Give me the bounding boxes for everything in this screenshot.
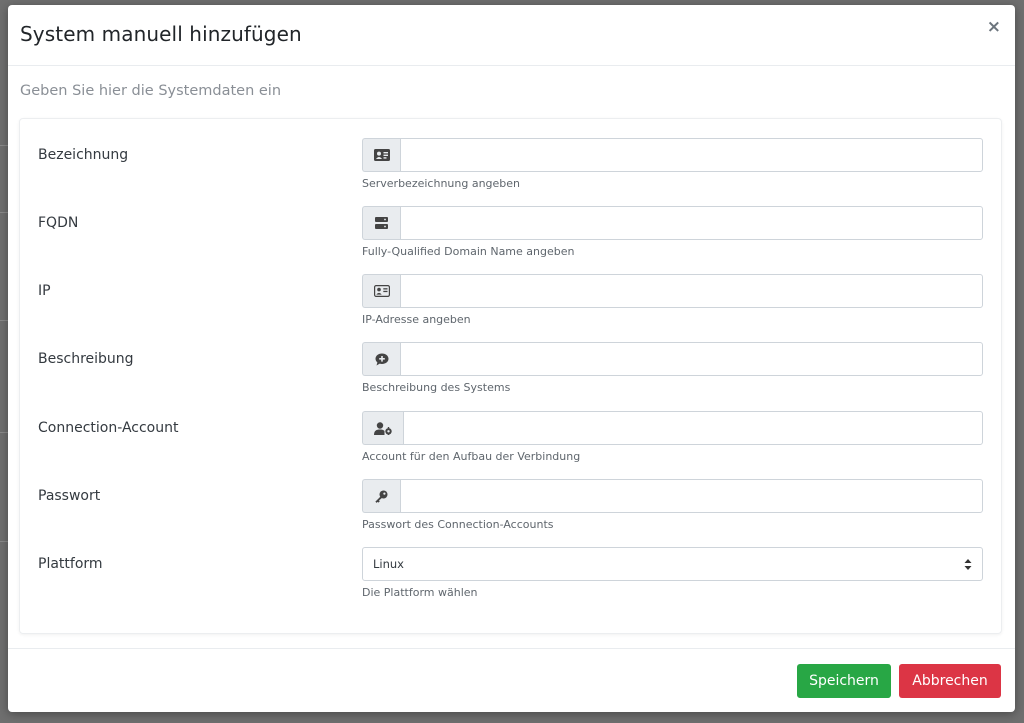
background-divider xyxy=(0,432,8,433)
plattform-select[interactable]: Linux xyxy=(362,547,983,581)
bezeichnung-input[interactable] xyxy=(400,138,983,172)
form-row-fqdn: FQDN Fully-Qualified Domain Name angeben xyxy=(20,187,1001,258)
modal-footer: Speichern Abbrechen xyxy=(8,648,1015,712)
close-button[interactable]: × xyxy=(987,19,1001,36)
modal-subtitle: Geben Sie hier die Systemdaten ein xyxy=(20,83,282,99)
beschreibung-input[interactable] xyxy=(400,342,983,376)
id-card-icon xyxy=(362,138,400,172)
cancel-button[interactable]: Abbrechen xyxy=(899,664,1001,698)
field-label-bezeichnung: Bezeichnung xyxy=(38,147,129,163)
key-icon xyxy=(362,479,400,513)
select-caret-icon xyxy=(964,558,972,570)
form-row-passwort: Passwort Passwort des Connection-Account… xyxy=(20,460,1001,531)
comment-plus-icon xyxy=(362,342,400,376)
form-row-connection-account: Connection-Account Account für den Aufba… xyxy=(20,392,1001,463)
field-label-passwort: Passwort xyxy=(38,488,101,504)
server-icon xyxy=(362,206,400,240)
modal-title: System manuell hinzufügen xyxy=(20,22,302,46)
field-label-beschreibung: Beschreibung xyxy=(38,351,134,367)
id-card-icon xyxy=(362,274,400,308)
form-row-ip: IP IP-Adresse angeben xyxy=(20,255,1001,326)
input-group-passwort xyxy=(362,479,983,513)
plattform-selected-value: Linux xyxy=(373,557,404,571)
field-label-connection-account: Connection-Account xyxy=(38,420,179,436)
modal-header: System manuell hinzufügen × xyxy=(8,5,1015,66)
background-divider xyxy=(0,320,8,321)
field-label-plattform: Plattform xyxy=(38,556,103,572)
field-label-ip: IP xyxy=(38,283,51,299)
passwort-input[interactable] xyxy=(400,479,983,513)
help-text-plattform: Die Plattform wählen xyxy=(362,586,478,599)
system-form-card: Bezeichnung Serverbezeichnung angeben FQ… xyxy=(19,118,1002,634)
background-divider xyxy=(0,145,8,146)
field-label-fqdn: FQDN xyxy=(38,215,79,231)
background-divider xyxy=(0,212,8,213)
connection-account-input[interactable] xyxy=(403,411,983,445)
input-group-ip xyxy=(362,274,983,308)
fqdn-input[interactable] xyxy=(400,206,983,240)
form-row-plattform: Plattform Linux Die Plattform wählen xyxy=(20,528,1001,599)
form-row-bezeichnung: Bezeichnung Serverbezeichnung angeben xyxy=(20,119,1001,190)
add-system-modal: System manuell hinzufügen × Geben Sie hi… xyxy=(8,5,1015,712)
input-group-connection-account xyxy=(362,411,983,445)
user-cog-icon xyxy=(362,411,403,445)
save-button[interactable]: Speichern xyxy=(797,664,891,698)
input-group-fqdn xyxy=(362,206,983,240)
ip-input[interactable] xyxy=(400,274,983,308)
background-divider xyxy=(0,541,8,542)
input-group-beschreibung xyxy=(362,342,983,376)
form-row-beschreibung: Beschreibung Beschreibung des Systems xyxy=(20,323,1001,394)
input-group-bezeichnung xyxy=(362,138,983,172)
